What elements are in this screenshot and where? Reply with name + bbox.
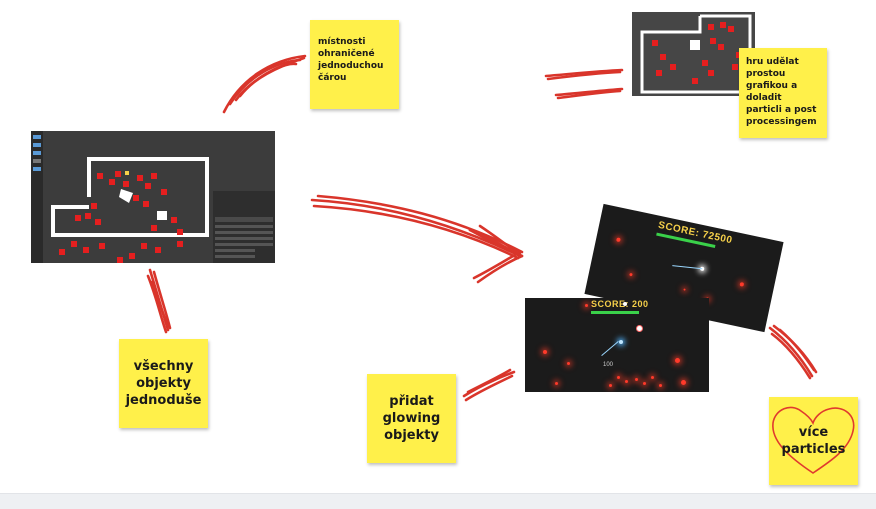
equals-scribble — [544, 68, 624, 100]
sticky-note-glowing[interactable]: přidat glowing objekty — [367, 374, 456, 463]
arrow-to-rooms-note — [222, 54, 307, 114]
arrow-to-objects-note — [146, 268, 172, 334]
sticky-note-objects[interactable]: všechny objekty jednoduše — [119, 339, 208, 428]
sticky-note-graphics[interactable]: hru udělat prostou grafikou a doladit pa… — [739, 48, 827, 138]
note-particles-text: více particles — [781, 425, 846, 457]
game-screenshot-bottom: SCORE: 200 100 — [525, 298, 709, 392]
note-graphics-text: hru udělat prostou grafikou a doladit pa… — [746, 57, 817, 127]
note-objects-text: všechny objekty jednoduše — [125, 359, 202, 408]
game-bottom-label: 100 — [603, 362, 614, 368]
bottom-toolbar — [0, 493, 876, 509]
game-bottom-health-bar — [591, 311, 639, 314]
editor-screenshot — [31, 131, 275, 263]
arrow-from-particles-note — [768, 324, 818, 380]
sticky-note-rooms[interactable]: místnosti ohraničené jednoduchou čárou — [310, 20, 399, 109]
sticky-note-particles[interactable]: více particles — [769, 397, 858, 485]
note-glowing-text: přidat glowing objekty — [382, 394, 441, 443]
whiteboard-canvas: SCORE: 72500 SCORE: 200 100 místnosti oh… — [0, 0, 876, 493]
game-bottom-score: SCORE: 200 — [591, 299, 649, 309]
arrow-to-games — [310, 194, 524, 284]
arrow-from-glowing-note — [462, 368, 516, 402]
simple-graphics-screenshot — [632, 12, 755, 96]
note-rooms-text: místnosti ohraničené jednoduchou čárou — [318, 37, 384, 83]
